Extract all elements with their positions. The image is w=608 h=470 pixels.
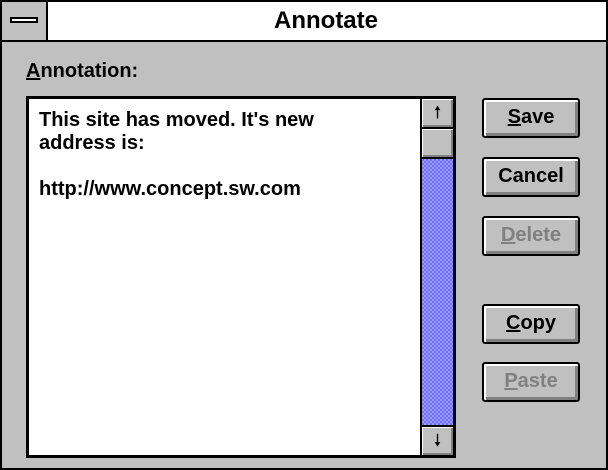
- delete-mnemonic: D: [500, 224, 516, 246]
- cancel-button[interactable]: Cancel: [482, 157, 580, 197]
- paste-mnemonic: P: [504, 370, 518, 392]
- annotate-dialog: Annotate Annotation: This site has moved…: [0, 0, 608, 470]
- arrow-down-icon: 🠗: [433, 431, 442, 450]
- window-title: Annotate: [274, 7, 378, 34]
- copy-button[interactable]: Copy: [482, 304, 580, 344]
- annotation-label: Annotation:: [26, 60, 138, 83]
- title-bar: Annotate: [2, 2, 606, 42]
- annotation-label-text: nnotation:: [40, 60, 139, 82]
- annotation-textarea[interactable]: This site has moved. It's new address is…: [26, 96, 456, 458]
- save-label: ave: [520, 106, 555, 128]
- paste-label: aste: [517, 370, 558, 392]
- scroll-thumb[interactable]: [422, 129, 453, 159]
- cancel-label: Cancel: [498, 165, 564, 187]
- delete-label: elete: [515, 224, 562, 246]
- annotation-text: This site has moved. It's new address is…: [39, 109, 314, 200]
- system-menu-button[interactable]: [2, 2, 48, 40]
- scroll-up-button[interactable]: 🠕: [422, 99, 453, 129]
- paste-button[interactable]: Paste: [482, 362, 580, 402]
- scroll-down-button[interactable]: 🠗: [422, 425, 453, 455]
- vertical-scrollbar[interactable]: 🠕 🠗: [420, 99, 453, 455]
- copy-label: opy: [520, 312, 556, 334]
- annotation-label-mnemonic: A: [26, 60, 41, 82]
- save-button[interactable]: Save: [482, 98, 580, 138]
- system-menu-icon: [10, 17, 38, 23]
- delete-button[interactable]: Delete: [482, 216, 580, 256]
- arrow-up-icon: 🠕: [433, 103, 442, 122]
- copy-mnemonic: C: [505, 312, 521, 334]
- save-mnemonic: S: [507, 106, 521, 128]
